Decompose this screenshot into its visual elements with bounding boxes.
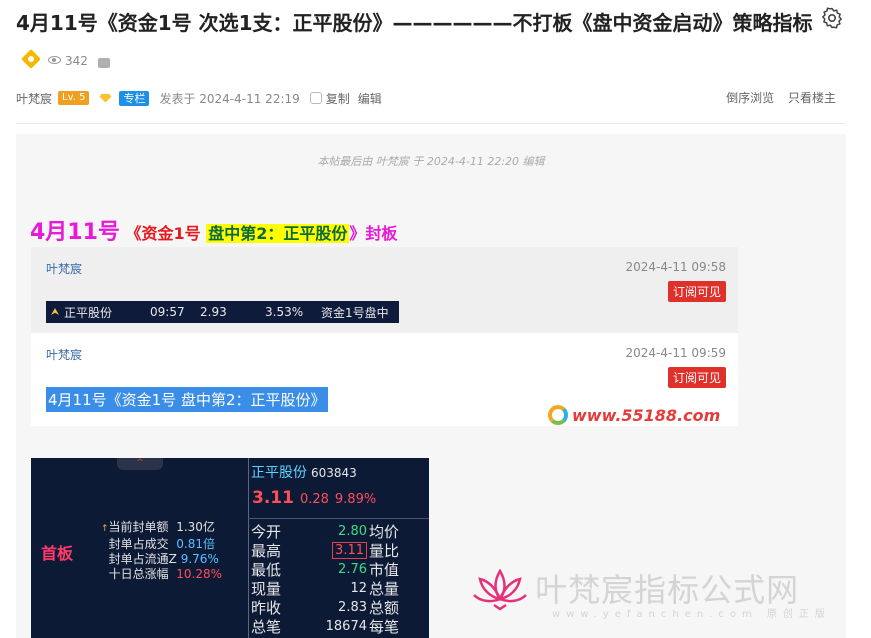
stock-signal-row: ⮝ 正平股份 09:57 2.93 3.53% 资金1号盘中 — [46, 301, 399, 323]
quote-rows: 今开 2.80 均价 最高 3.11 量比 最低 2.76 市值 现量 12 总量 昨收 2.83… — [251, 522, 429, 636]
level-badge: Lv. 5 — [58, 91, 90, 105]
brand-watermark: 叶梵宸指标公式网 www.yefanchen.com 原创正版 — [470, 565, 825, 620]
watermark: www.55188.com — [548, 405, 720, 425]
special-tag-icon — [21, 49, 41, 69]
headline-fund: 《资金1号 — [125, 224, 201, 243]
quote-card: 叶梵宸 2024-4-11 09:58 订阅可见 ⮝ 正平股份 09:57 2.… — [31, 247, 738, 333]
post-content: 本帖最后由 叶梵宸 于 2024-4-11 22:20 编辑 4月11号 《资金… — [16, 134, 846, 638]
signal-time: 09:57 — [150, 305, 185, 319]
settings-gear-icon[interactable] — [820, 6, 844, 30]
seal-fields: ↑当前封单额 1.30亿 封单占成交 0.81倍 封单占流通Z 9.76% 十日… — [101, 520, 222, 582]
signal-name: 资金1号盘中 — [321, 305, 389, 320]
quote-row: 现量 12 总量 — [251, 580, 400, 598]
stock-name: 正平股份 — [64, 305, 113, 320]
brand-url: www.yefanchen.com 原创正版 — [552, 609, 831, 620]
panel-stock-name: 正平股份 — [251, 465, 307, 481]
author-only-link[interactable]: 只看楼主 — [788, 91, 836, 105]
lotus-logo-icon — [473, 568, 527, 611]
posted-time: 发表于 2024-4-11 22:19 — [159, 91, 300, 106]
quote-row: 昨收 2.83 总额 — [251, 599, 400, 617]
quote-author[interactable]: 叶梵宸 — [46, 346, 82, 363]
edit-link[interactable]: 编辑 — [358, 90, 382, 107]
quote-row: 最低 2.76 市值 — [251, 561, 400, 579]
price-change: 0.28 — [299, 492, 329, 507]
comment-icon[interactable] — [97, 58, 110, 68]
current-price: 3.11 — [252, 488, 294, 508]
site-logo-icon — [548, 405, 568, 425]
eye-icon — [48, 56, 61, 64]
stock-quote-panel: ^ 首板 ↑当前封单额 1.30亿 封单占成交 0.81倍 封单占流通Z 9.7… — [31, 458, 429, 638]
signal-pct: 3.53% — [265, 305, 304, 319]
divider — [16, 123, 846, 124]
quote-time: 2024-4-11 09:58 — [625, 260, 727, 274]
quote-time: 2024-4-11 09:59 — [625, 346, 727, 360]
panel-price: 3.11 0.28 9.89% — [252, 488, 376, 508]
post-headline: 4月11号 《资金1号 盘中第2：正平股份 》封板 — [30, 214, 397, 246]
panel-stock-header: 正平股份 603843 — [251, 462, 357, 482]
panel-stock-code: 603843 — [311, 466, 357, 480]
diamond-icon — [99, 93, 112, 103]
field-row: ↑当前封单额 1.30亿 — [101, 520, 215, 534]
headline-suffix: 》封板 — [349, 224, 398, 243]
subscribe-button[interactable]: 订阅可见 — [667, 367, 726, 388]
copy-icon[interactable] — [309, 92, 322, 104]
view-options: 倒序浏览 只看楼主 — [716, 89, 836, 106]
post-meta: 叶梵宸 Lv. 5 专栏 发表于 2024-4-11 22:19 复制 编辑 倒… — [16, 89, 846, 107]
up-arrow-icon: ⮝ — [50, 306, 60, 318]
view-count: 342 — [48, 54, 88, 68]
subscribe-button[interactable]: 订阅可见 — [667, 281, 726, 302]
author-link[interactable]: 叶梵宸 — [16, 90, 52, 107]
quote-row: 总笔 18674 每笔 — [251, 618, 400, 636]
headline-date: 4月11号 — [30, 220, 120, 245]
panel-hline — [248, 518, 429, 519]
post-title: 4月11号《资金1号 次选1支：正平股份》——————不打板《盘中资金启动》策略… — [16, 4, 816, 80]
signal-price: 2.93 — [200, 305, 227, 319]
headline-highlight: 盘中第2：正平股份 — [206, 224, 350, 243]
quote-row: 最高 3.11 量比 — [251, 542, 400, 560]
column-badge[interactable]: 专栏 — [119, 90, 150, 106]
post-title-text: 4月11号《资金1号 次选1支：正平股份》——————不打板《盘中资金启动》策略… — [16, 11, 813, 35]
field-row: 十日总涨幅 10.28% — [108, 567, 223, 581]
quote-row: 今开 2.80 均价 — [251, 523, 400, 541]
last-edit-note: 本帖最后由 叶梵宸 于 2024-4-11 22:20 编辑 — [317, 155, 545, 168]
price-change-pct: 9.89% — [334, 492, 377, 507]
first-board-label: 首板 — [41, 544, 74, 563]
post-header: 4月11号《资金1号 次选1支：正平股份》——————不打板《盘中资金启动》策略… — [16, 4, 816, 80]
field-row: 封单占成交 0.81倍 — [108, 537, 216, 551]
field-row: 封单占流通Z 9.76% — [108, 552, 219, 566]
panel-divider — [248, 458, 249, 638]
copy-link[interactable]: 复制 — [326, 90, 350, 107]
collapse-tab[interactable]: ^ — [117, 458, 163, 470]
selected-text: 4月11号《资金1号 盘中第2：正平股份》 — [46, 387, 328, 412]
quote-author[interactable]: 叶梵宸 — [46, 260, 82, 277]
reverse-view-link[interactable]: 倒序浏览 — [726, 91, 774, 105]
